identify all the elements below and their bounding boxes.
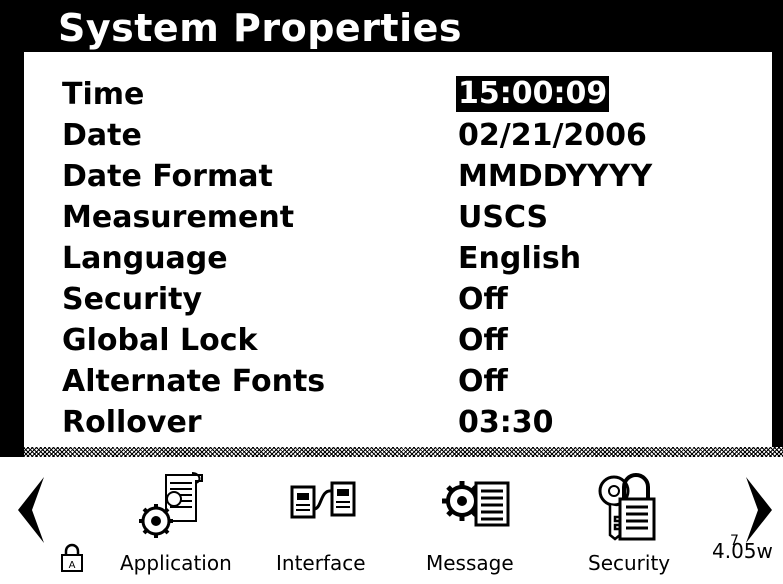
property-label: Language: [62, 241, 228, 276]
property-label: Date Format: [62, 159, 273, 194]
property-value[interactable]: USCS: [458, 197, 548, 238]
property-value[interactable]: English: [458, 238, 581, 279]
svg-text:A: A: [69, 560, 76, 571]
title-bar: System Properties: [0, 0, 783, 52]
nav-label: Application: [120, 551, 232, 575]
status-superscript: 7: [730, 533, 739, 549]
property-label: Global Lock: [62, 323, 258, 358]
properties-panel: Time 15:00:09 Date 02/21/2006 Date Forma…: [24, 52, 772, 447]
property-value[interactable]: 02/21/2006: [458, 115, 647, 156]
property-value[interactable]: 03:30: [458, 402, 554, 443]
property-row-measurement[interactable]: Measurement USCS: [24, 197, 772, 238]
property-label: Time: [62, 77, 145, 112]
security-icon: [598, 473, 656, 541]
status-readout: 7 4.05w: [712, 533, 773, 563]
nav-label: Interface: [276, 551, 366, 575]
property-value[interactable]: MMDDYYYY: [458, 156, 652, 197]
property-row-time[interactable]: Time 15:00:09: [24, 74, 772, 115]
property-label: Rollover: [62, 405, 202, 440]
nav-label: Message: [426, 551, 514, 575]
chevron-right-icon[interactable]: [742, 475, 776, 545]
lock-icon: A: [61, 543, 83, 572]
divider: [24, 447, 783, 457]
property-row-date[interactable]: Date 02/21/2006: [24, 115, 772, 156]
property-value[interactable]: Off: [458, 320, 508, 361]
nav-security[interactable]: Security: [576, 457, 688, 584]
application-icon: [139, 472, 203, 538]
property-row-language[interactable]: Language English: [24, 238, 772, 279]
property-row-global-lock[interactable]: Global Lock Off: [24, 320, 772, 361]
property-row-rollover[interactable]: Rollover 03:30: [24, 402, 772, 443]
property-label: Alternate Fonts: [62, 364, 326, 399]
nav-message[interactable]: Message: [418, 457, 538, 584]
property-label: Date: [62, 118, 142, 153]
nav-interface[interactable]: Interface: [270, 457, 382, 584]
property-row-date-format[interactable]: Date Format MMDDYYYY: [24, 156, 772, 197]
property-value[interactable]: Off: [458, 361, 508, 402]
interface-icon: [290, 481, 356, 519]
bottom-nav-bar: A Application Interface Message Security…: [0, 457, 783, 584]
message-icon: [442, 481, 510, 527]
property-row-security[interactable]: Security Off: [24, 279, 772, 320]
property-label: Security: [62, 282, 203, 317]
property-row-alternate-fonts[interactable]: Alternate Fonts Off: [24, 361, 772, 402]
property-label: Measurement: [62, 200, 295, 235]
chevron-left-icon[interactable]: [14, 475, 48, 545]
nav-application[interactable]: Application: [112, 457, 238, 584]
status-value: 4.05w: [712, 539, 773, 563]
screen: System Properties Time 15:00:09 Date 02/…: [0, 0, 783, 584]
property-value[interactable]: Off: [458, 279, 508, 320]
page-title: System Properties: [58, 6, 463, 50]
nav-label: Security: [588, 551, 671, 575]
property-value-selected[interactable]: 15:00:09: [456, 76, 610, 112]
